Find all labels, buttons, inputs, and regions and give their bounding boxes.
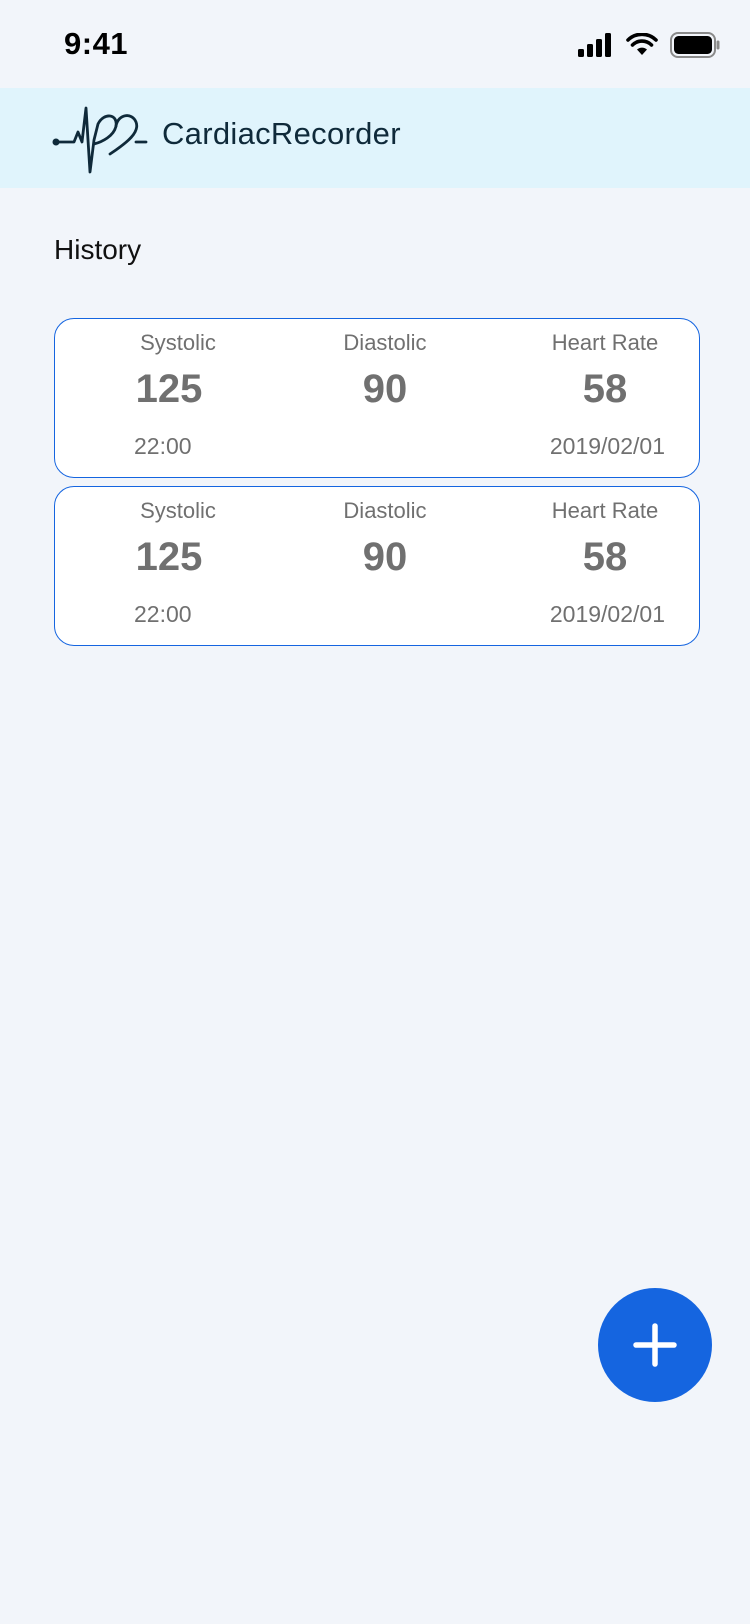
app-header: CardiacRecorder (0, 88, 750, 188)
diastolic-value: 90 (362, 367, 408, 411)
heart-rate-label: Heart Rate (551, 330, 659, 355)
battery-icon (670, 32, 720, 58)
record-date: 2019/02/01 (549, 601, 665, 627)
plus-icon (633, 1323, 677, 1367)
record-time: 22:00 (134, 433, 192, 459)
status-icons (578, 32, 720, 58)
wifi-icon (626, 33, 658, 55)
heart-rate-value: 58 (582, 535, 628, 579)
systolic-value: 125 (135, 367, 203, 411)
heart-pulse-logo-icon (52, 106, 148, 174)
heart-rate-metric: Heart Rate 58 (515, 497, 695, 579)
heart-rate-metric: Heart Rate 58 (515, 329, 695, 411)
systolic-value: 125 (135, 535, 203, 579)
history-title: History (54, 234, 142, 265)
history-record-card[interactable]: Systolic 125 Diastolic 90 Heart Rate 58 … (54, 486, 700, 646)
diastolic-value: 90 (362, 535, 408, 579)
signal-icon (578, 33, 611, 57)
record-date: 2019/02/01 (549, 433, 665, 459)
systolic-metric: Systolic 125 (88, 497, 268, 579)
diastolic-metric: Diastolic 90 (295, 497, 475, 579)
status-bar: 9:41 (0, 0, 750, 88)
systolic-metric: Systolic 125 (88, 329, 268, 411)
record-time: 22:00 (134, 601, 192, 627)
add-record-button[interactable] (598, 1288, 712, 1402)
heart-rate-label: Heart Rate (551, 498, 659, 523)
app-title: CardiacRecorder (162, 116, 401, 151)
diastolic-label: Diastolic (343, 330, 427, 355)
history-record-card[interactable]: Systolic 125 Diastolic 90 Heart Rate 58 … (54, 318, 700, 478)
heart-rate-value: 58 (582, 367, 628, 411)
diastolic-metric: Diastolic 90 (295, 329, 475, 411)
history-list: Systolic 125 Diastolic 90 Heart Rate 58 … (54, 318, 702, 654)
systolic-label: Systolic (140, 330, 216, 355)
systolic-label: Systolic (140, 498, 216, 523)
status-time: 9:41 (64, 26, 129, 61)
diastolic-label: Diastolic (343, 498, 427, 523)
